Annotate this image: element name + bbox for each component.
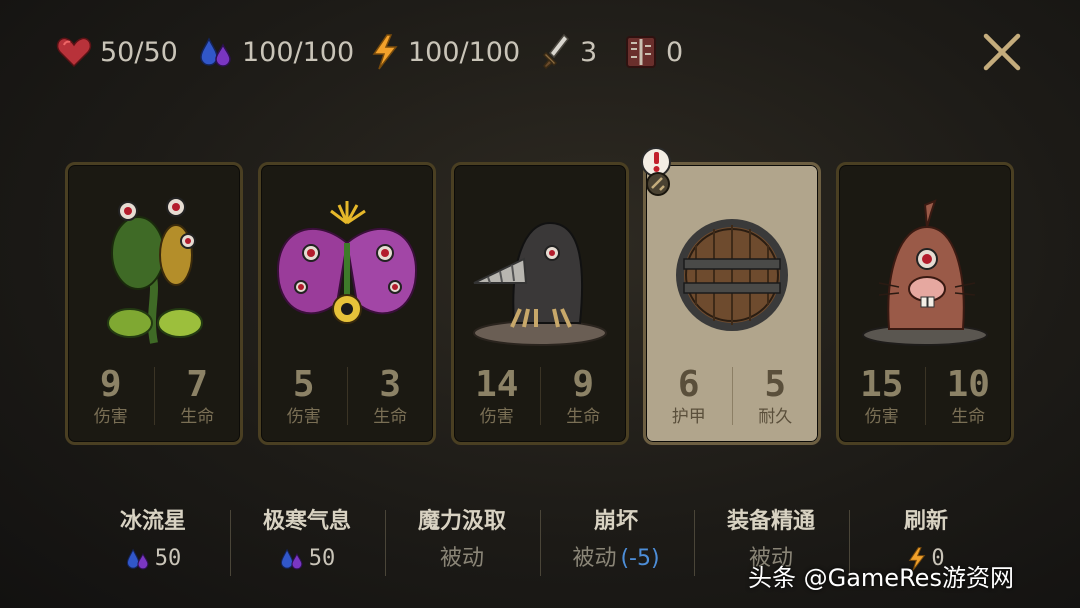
stat2-value: 7 (186, 364, 209, 405)
skill-name: 极寒气息 (262, 509, 351, 534)
stat2-label: 耐久 (758, 407, 793, 427)
stat1-value: 5 (292, 364, 315, 405)
attack-value: 3 (580, 36, 598, 68)
close-button[interactable] (980, 30, 1024, 74)
health-value: 50/50 (100, 36, 178, 68)
skill-passive-row: 被动 (-5) (541, 539, 691, 579)
skill-modifier: (-5) (620, 546, 660, 571)
skill-name: 刷新 (903, 509, 948, 534)
card-stats: 15 伤害 10 生命 (839, 365, 1011, 435)
skill-ice-meteor[interactable]: 冰流星 50 (78, 505, 228, 579)
card-stats: 14 伤害 9 生命 (454, 365, 626, 435)
health-stat: 50/50 (56, 30, 178, 74)
armor-icon (626, 36, 656, 68)
skill-name: 崩坏 (593, 509, 638, 534)
armor-value: 0 (666, 36, 684, 68)
mana-stat: 100/100 (198, 30, 354, 74)
sword-icon (542, 33, 569, 70)
stat1-value: 9 (99, 364, 122, 405)
skill-mana-drain[interactable]: 魔力汲取 被动 (387, 505, 537, 579)
card-stats: 6 护甲 5 耐久 (646, 365, 818, 435)
stat2-value: 9 (572, 364, 595, 405)
card-wooden-shield[interactable]: 6 护甲 5 耐久 (643, 162, 821, 445)
skill-name: 装备精通 (726, 509, 815, 534)
skill-passive: 被动 (572, 546, 617, 571)
lightning-icon (372, 34, 398, 70)
stat1-value: 6 (677, 364, 700, 405)
stat2-label: 生命 (373, 407, 408, 427)
wooden-shield-icon (676, 219, 788, 331)
mana-value: 100/100 (242, 36, 355, 68)
energy-value: 100/100 (408, 36, 521, 68)
energy-stat: 100/100 (370, 30, 520, 74)
drill-mole-icon (473, 221, 607, 346)
skill-frost-breath[interactable]: 极寒气息 50 (232, 505, 382, 579)
mana-drops-icon (200, 37, 231, 67)
skill-cost-value: 50 (308, 546, 336, 571)
stat2-label: 生命 (566, 407, 601, 427)
cyclops-mole-icon (862, 199, 988, 346)
card-eye-flower[interactable]: 5 伤害 3 生命 (258, 162, 436, 445)
attack-stat: 3 (540, 30, 597, 74)
stat1-label: 伤害 (93, 407, 128, 427)
skill-passive: 被动 (439, 546, 484, 571)
stat1-label: 伤害 (286, 407, 321, 427)
stat1-label: 伤害 (479, 407, 514, 427)
stat1-value: 14 (475, 364, 519, 405)
skill-name: 魔力汲取 (417, 509, 506, 534)
close-icon (983, 33, 1021, 71)
alert-badge-icon (641, 147, 671, 196)
card-stats: 9 伤害 7 生命 (68, 365, 240, 435)
heart-icon (56, 37, 92, 68)
skill-divider (694, 510, 695, 576)
stat2-label: 生命 (951, 407, 986, 427)
skill-cost-value: 50 (154, 546, 182, 571)
venus-flytrap-icon (107, 197, 203, 344)
skill-cost: 50 (78, 539, 228, 579)
skill-name: 冰流星 (119, 509, 186, 534)
watermark: 头条 @GameRes游资网 (748, 564, 1014, 592)
stat1-label: 伤害 (864, 407, 899, 427)
stat1-label: 护甲 (671, 407, 706, 427)
skill-divider (230, 510, 231, 576)
card-drill-mole[interactable]: 14 伤害 9 生命 (451, 162, 629, 445)
stat2-label: 生命 (180, 407, 215, 427)
stat2-value: 3 (379, 364, 402, 405)
skill-divider (385, 510, 386, 576)
mana-drops-icon (126, 548, 149, 570)
armor-stat: 0 (624, 30, 683, 74)
stat2-value: 5 (764, 364, 787, 405)
skill-collapse[interactable]: 崩坏 被动 (-5) (541, 505, 691, 579)
card-cyclops-mole[interactable]: 15 伤害 10 生命 (836, 162, 1014, 445)
card-venus-flytrap[interactable]: 9 伤害 7 生命 (65, 162, 243, 445)
eye-flower-icon (276, 201, 418, 324)
stat1-value: 15 (860, 364, 904, 405)
card-stats: 5 伤害 3 生命 (261, 365, 433, 435)
skill-cost: 50 (232, 539, 382, 579)
stat2-value: 10 (946, 364, 990, 405)
mana-drops-icon (280, 548, 303, 570)
